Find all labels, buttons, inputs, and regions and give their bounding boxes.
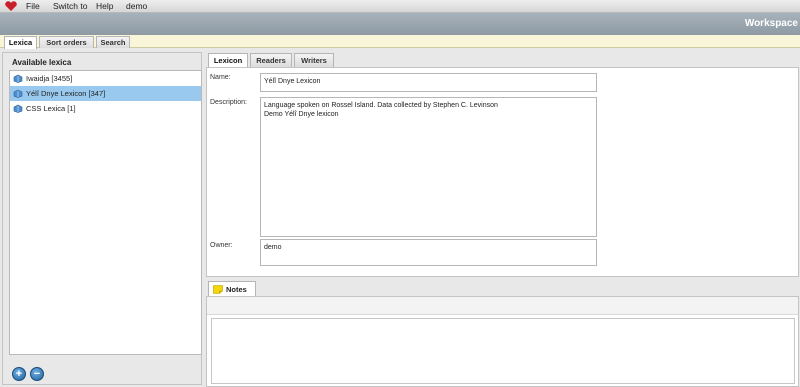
tab-lexica[interactable]: Lexica xyxy=(4,36,37,49)
description-field[interactable]: Language spoken on Rossel Island. Data c… xyxy=(260,97,597,237)
menubar: File Switch to Help demo xyxy=(0,0,800,13)
description-line: Language spoken on Rossel Island. Data c… xyxy=(264,102,498,109)
owner-field[interactable]: demo xyxy=(260,239,597,266)
tab-lexicon[interactable]: Lexicon xyxy=(208,53,248,68)
owner-label: Owner: xyxy=(210,242,233,249)
tab-writers[interactable]: Writers xyxy=(294,53,334,67)
add-lexicon-button[interactable]: + xyxy=(12,367,26,381)
name-field[interactable]: Yélî Dnye Lexicon xyxy=(260,73,597,92)
tab-search[interactable]: Search xyxy=(96,36,130,48)
lexicon-label: CSS Lexica [1] xyxy=(26,104,76,113)
tab-sort-orders[interactable]: Sort orders xyxy=(39,36,94,48)
notes-panel xyxy=(206,296,799,387)
list-item[interactable]: Yélî Dnye Lexicon [347] xyxy=(10,86,201,101)
lexicon-label: Yélî Dnye Lexicon [347] xyxy=(26,89,106,98)
workspace-title: Workspace xyxy=(744,18,798,29)
lexicon-book-icon xyxy=(13,104,23,113)
tab-notes[interactable]: Notes xyxy=(208,281,256,296)
menu-file[interactable]: File xyxy=(26,1,40,12)
lexicon-label: Iwaidja [3455] xyxy=(26,74,73,83)
name-label: Name: xyxy=(210,74,231,81)
workspace-header: Workspace xyxy=(0,13,800,35)
lexica-panel: Available lexica Iwaidja [3455] Yélî Dny… xyxy=(2,52,202,385)
lexicon-detail-panel: Lexicon Readers Writers Name: Yélî Dnye … xyxy=(206,52,800,387)
description-line: Demo Yélî Dnye lexicon xyxy=(264,111,339,118)
lexicon-form: Name: Yélî Dnye Lexicon Description: Lan… xyxy=(206,67,799,277)
list-item[interactable]: CSS Lexica [1] xyxy=(10,101,201,116)
menu-help[interactable]: Help xyxy=(96,1,113,12)
menu-switch-to[interactable]: Switch to xyxy=(53,1,88,12)
tab-readers[interactable]: Readers xyxy=(250,53,292,67)
remove-lexicon-button[interactable]: − xyxy=(30,367,44,381)
notes-tab-label: Notes xyxy=(226,285,247,294)
lexicon-book-icon xyxy=(13,74,23,83)
app-logo-icon xyxy=(5,1,17,11)
notes-toolbar xyxy=(207,297,798,315)
top-tab-strip: Lexica Sort orders Search xyxy=(0,35,800,49)
menu-user[interactable]: demo xyxy=(126,1,147,12)
lexica-list: Iwaidja [3455] Yélî Dnye Lexicon [347] C… xyxy=(9,70,202,355)
sticky-note-icon xyxy=(213,285,223,294)
notes-editor[interactable] xyxy=(211,318,795,384)
available-lexica-title: Available lexica xyxy=(12,58,72,67)
description-label: Description: xyxy=(210,99,247,106)
list-item[interactable]: Iwaidja [3455] xyxy=(10,71,201,86)
lexicon-book-icon xyxy=(13,89,23,98)
